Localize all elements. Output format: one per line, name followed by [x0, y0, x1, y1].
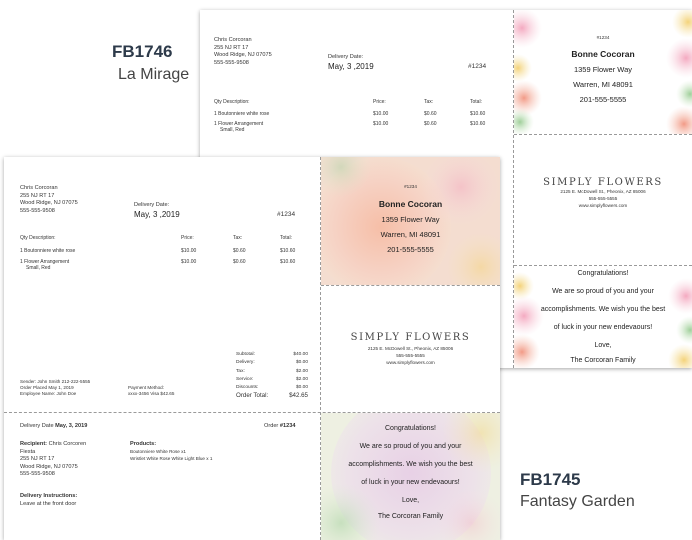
floral-background-image	[321, 413, 500, 540]
recipient-street: 1359 Flower Way	[573, 65, 633, 74]
recipient-name: Bonne Cocoran	[571, 49, 635, 59]
stub-delivery-date: Delivery Date May, 3, 2019	[20, 423, 88, 429]
order-number: #1234	[468, 63, 487, 70]
product-name-fantasy-garden: Fantasy Garden	[520, 493, 635, 510]
floral-border-image	[514, 272, 692, 368]
item-tax: $0.60	[424, 111, 437, 117]
item-price: $10.00	[373, 111, 389, 117]
recipient-city: Warren, MI 48091	[380, 230, 441, 239]
sender-address: Chris Corcoran 255 NJ RT 17 Wood Ridge, …	[214, 37, 272, 66]
stub-products: Products: Boutonniere White Rose x1 Wris…	[130, 441, 213, 461]
col-total: Total:	[470, 99, 482, 105]
col-tax: Tax:	[424, 99, 434, 105]
item-total: $10.60	[280, 248, 296, 254]
recipient-name: Bonne Cocoran	[378, 199, 443, 209]
shop-address: 2125 E. McDowell St., Pheonix, AZ 85006	[560, 189, 646, 194]
item-price: $10.00	[181, 248, 197, 254]
shop-website: www.simplyflowers.com	[578, 203, 628, 208]
shop-panel: SIMPLY FLOWERS 2125 E. McDowell St., Phe…	[321, 286, 500, 412]
col-desc: Qty Description:	[214, 99, 250, 105]
message-line: accomplishments. We wish you the best	[540, 306, 666, 313]
stub-order-number: Order #1234	[264, 423, 296, 429]
item-desc-detail: Small, Red	[220, 127, 245, 133]
item-desc: 1 Boutonniere white rose	[214, 111, 270, 117]
recipient-phone: 201-555-5555	[387, 245, 434, 254]
message-line: Love,	[594, 342, 612, 349]
payment-info: Payment Method: xxxx-3456 Visa $42.65	[128, 385, 175, 396]
recipient-panel: #1234 Bonne Cocoran 1359 Flower Way Warr…	[321, 157, 500, 285]
card-sheet-fantasy-garden: Chris Corcoran 255 NJ RT 17 Wood Ridge, …	[4, 157, 500, 540]
item-price: $10.00	[373, 121, 389, 127]
recipient-code: #1234	[404, 184, 417, 189]
message-line: of luck in your new endevaours!	[361, 479, 460, 486]
col-price: Price:	[181, 235, 194, 241]
message-line: accomplishments. We wish you the best	[348, 461, 473, 468]
product-name-la-mirage: La Mirage	[118, 66, 190, 83]
col-total: Total:	[280, 235, 292, 241]
message-line: We are so proud of you and your	[552, 288, 654, 295]
shop-address: 2125 E. McDowell St., Pheonix, AZ 85006	[367, 346, 454, 351]
col-price: Price:	[373, 99, 386, 105]
shop-phone: 555-555-5555	[588, 196, 618, 201]
col-desc: Qty Description:	[20, 235, 56, 241]
recipient-panel: #1234 Bonne Cocoran 1359 Flower Way Warr…	[514, 10, 692, 134]
col-tax: Tax:	[233, 235, 243, 241]
item-total: $10.60	[280, 259, 296, 265]
product-code-fb1745: FB1745	[520, 470, 581, 489]
message-panel: Congratulations! We are so proud of you …	[514, 266, 692, 368]
item-tax: $0.60	[233, 259, 246, 265]
delivery-date: May, 3 ,2019	[328, 62, 374, 71]
recipient-phone: 201-555-5555	[579, 95, 627, 104]
shop-website: www.simplyflowers.com	[386, 360, 435, 365]
delivery-date-label: Delivery Date:	[328, 54, 364, 60]
shop-panel: SIMPLY FLOWERS 2125 E. McDowell St., Phe…	[514, 135, 692, 265]
message-line: The Corcoran Family	[377, 513, 444, 520]
item-desc-detail: Small, Red	[26, 265, 51, 271]
stub-recipient: Recipient: Chris Corcoren Fiesta 255 NJ …	[20, 441, 87, 478]
item-total: $10.60	[470, 111, 486, 117]
item-tax: $0.60	[424, 121, 437, 127]
shop-logo-text: SIMPLY FLOWERS	[350, 332, 471, 343]
message-line: Congratulations!	[577, 270, 629, 277]
order-total: Order Total: $42.65	[236, 392, 308, 400]
message-line: of luck in your new endevaours!	[553, 324, 653, 331]
product-code-fb1746: FB1746	[112, 42, 173, 61]
message-line: Love,	[401, 497, 420, 504]
order-number: #1234	[277, 211, 296, 218]
item-total: $10.60	[470, 121, 486, 127]
message-line: The Corcoran Family	[570, 357, 636, 364]
shop-phone: 555-555-5555	[396, 353, 425, 358]
totals-block: Subtotal: $40.00 Delivery: $0.00 Tax: $2.00…	[236, 352, 308, 400]
message-line: Congratulations!	[385, 425, 436, 432]
sender-info: Sender: John Smith 212-222-5555 Order Pl…	[20, 379, 91, 396]
message-line: We are so proud of you and your	[359, 443, 462, 450]
stub-delivery-instructions: Delivery Instructions: Leave at the fron…	[20, 493, 78, 507]
recipient-street: 1359 Flower Way	[381, 215, 440, 224]
delivery-date: May, 3 ,2019	[134, 210, 180, 219]
delivery-date-label: Delivery Date:	[134, 202, 170, 208]
recipient-city: Warren, MI 48091	[573, 80, 633, 89]
shop-logo-text: SIMPLY FLOWERS	[543, 177, 663, 188]
item-price: $10.00	[181, 259, 197, 265]
message-panel: Congratulations! We are so proud of you …	[321, 413, 500, 540]
recipient-code: #1234	[596, 35, 610, 40]
item-tax: $0.60	[233, 248, 246, 254]
item-desc: 1 Boutonniere white rose	[20, 248, 76, 254]
sender-address: Chris Corcoran 255 NJ RT 17 Wood Ridge, …	[20, 185, 78, 214]
